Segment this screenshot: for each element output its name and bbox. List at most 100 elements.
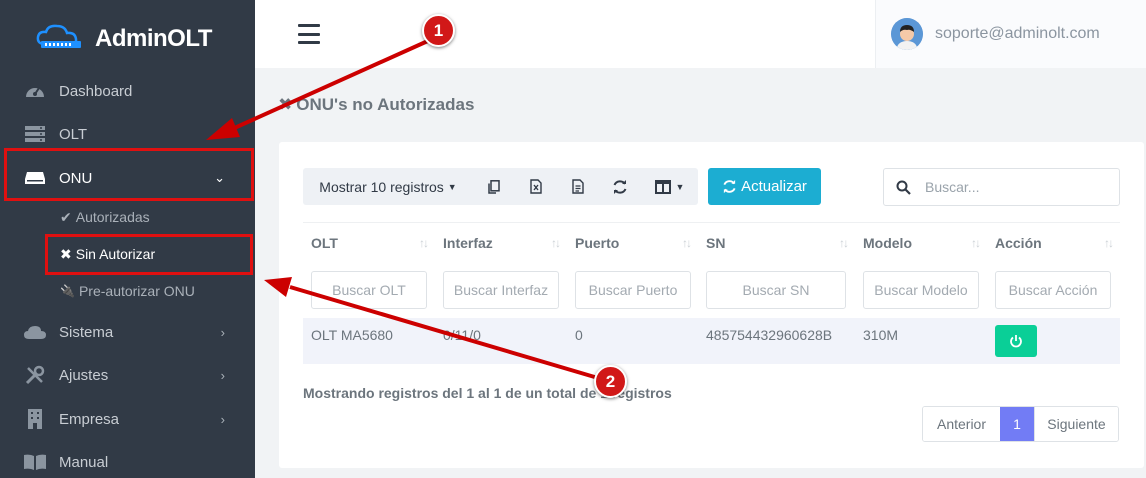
sidebar-subitem-label: Pre-autorizar ONU <box>78 283 195 299</box>
filter-cell <box>698 264 855 316</box>
avatar <box>891 18 923 50</box>
caret-down-icon: ▼ <box>675 181 685 192</box>
cell-puerto: 0 <box>575 327 583 343</box>
sidebar-subitem-label: Autorizadas <box>75 209 150 225</box>
sort-icon: ↑↓ <box>551 236 561 250</box>
cloud-icon <box>24 323 46 341</box>
sort-icon: ↑↓ <box>1104 236 1114 250</box>
refresh-button[interactable]: Actualizar <box>708 168 821 205</box>
cell-olt: OLT MA5680 <box>311 327 393 343</box>
pagination-next[interactable]: Siguiente <box>1034 407 1118 441</box>
chevron-right-icon: › <box>220 367 225 383</box>
column-header-interfaz[interactable]: Interfaz ↑↓ <box>435 223 567 263</box>
sort-icon: ↑↓ <box>971 236 981 250</box>
filter-interfaz-input[interactable] <box>443 271 559 309</box>
highlight-box-sin-autorizar <box>45 234 253 275</box>
file-text-icon <box>572 179 584 194</box>
page-title-text: ONU's no Autorizadas <box>296 95 475 114</box>
filter-sn-input[interactable] <box>706 271 846 309</box>
search-box <box>883 168 1120 206</box>
sidebar-item-ajustes[interactable]: Ajustes › <box>0 355 255 395</box>
column-header-modelo[interactable]: Modelo ↑↓ <box>855 223 987 263</box>
sidebar-item-label: OLT <box>59 125 88 143</box>
filter-modelo-input[interactable] <box>863 271 979 309</box>
x-icon: ✖ <box>278 95 293 114</box>
search-icon <box>896 180 911 195</box>
column-header-accion[interactable]: Acción ↑↓ <box>987 223 1120 263</box>
sidebar-item-label: Ajustes <box>59 366 109 384</box>
menu-toggle-icon[interactable] <box>298 24 320 44</box>
sort-icon: ↑↓ <box>419 236 429 250</box>
brand[interactable]: AdminOLT <box>0 0 255 78</box>
excel-export-button[interactable] <box>515 168 557 205</box>
sort-icon: ↑↓ <box>839 236 849 250</box>
filter-accion-input[interactable] <box>995 271 1111 309</box>
cell-accion <box>987 318 1120 364</box>
column-header-olt[interactable]: OLT ↑↓ <box>303 223 435 263</box>
excel-file-icon <box>530 179 542 194</box>
copy-button[interactable] <box>473 168 515 205</box>
refresh-label: Actualizar <box>741 178 807 195</box>
csv-export-button[interactable] <box>557 168 599 205</box>
filter-cell <box>987 264 1120 316</box>
tools-icon <box>24 365 46 385</box>
caret-down-icon: ▼ <box>447 181 457 192</box>
copy-icon <box>488 179 500 194</box>
reload-button[interactable] <box>599 168 641 205</box>
chevron-right-icon: › <box>220 324 225 340</box>
filter-cell <box>303 264 435 316</box>
brand-name: AdminOLT <box>95 25 212 52</box>
column-header-label: Puerto <box>575 235 620 251</box>
plug-icon: 🔌 <box>60 284 75 298</box>
content-card: Mostrar 10 registros ▼ ▼ Actualizar OLT ↑… <box>279 142 1144 468</box>
server-icon <box>24 125 46 143</box>
cell-interfaz: 0/11/0 <box>443 327 481 343</box>
sidebar-subitem-pre-autorizar[interactable]: 🔌 Pre-autorizar ONU <box>60 276 195 306</box>
building-icon <box>24 409 46 429</box>
filter-cell <box>855 264 987 316</box>
sidebar-item-empresa[interactable]: Empresa › <box>0 399 255 439</box>
sidebar-item-manual[interactable]: Manual <box>0 442 255 478</box>
sort-icon: ↑↓ <box>682 236 692 250</box>
column-visibility-button[interactable]: ▼ <box>641 168 698 205</box>
sidebar-item-label: Dashboard <box>59 82 133 100</box>
filter-olt-input[interactable] <box>311 271 427 309</box>
column-header-label: Acción <box>995 235 1042 251</box>
authorize-button[interactable] <box>995 325 1037 357</box>
power-icon <box>1010 335 1022 348</box>
chevron-right-icon: › <box>220 411 225 427</box>
filter-row <box>303 264 1120 316</box>
check-icon: ✔ <box>60 208 72 225</box>
column-header-sn[interactable]: SN ↑↓ <box>698 223 855 263</box>
column-header-label: SN <box>706 235 726 251</box>
pagination-page-1[interactable]: 1 <box>1000 407 1034 441</box>
gauge-icon <box>24 82 46 100</box>
filter-cell <box>435 264 567 316</box>
topbar: soporte@adminolt.com <box>255 0 1146 68</box>
page-length-dropdown[interactable]: Mostrar 10 registros ▼ <box>303 168 473 205</box>
pagination-prev[interactable]: Anterior <box>923 407 1000 441</box>
filter-puerto-input[interactable] <box>575 271 691 309</box>
table-header: OLT ↑↓ Interfaz ↑↓ Puerto ↑↓ SN ↑↓ Modelo ↑↓ … <box>303 222 1120 262</box>
search-input[interactable] <box>925 179 1105 195</box>
annotation-badge-1: 1 <box>422 14 455 47</box>
annotation-badge-2: 2 <box>594 365 627 398</box>
column-header-label: Modelo <box>863 235 912 251</box>
user-email: soporte@adminolt.com <box>935 25 1100 42</box>
sidebar-item-label: Manual <box>59 453 109 471</box>
sync-icon <box>723 179 736 194</box>
column-header-puerto[interactable]: Puerto ↑↓ <box>567 223 698 263</box>
column-header-label: OLT <box>311 235 338 251</box>
pagination: Anterior 1 Siguiente <box>922 406 1119 442</box>
sync-icon <box>613 179 627 194</box>
highlight-box-onu <box>4 148 254 201</box>
table-row: OLT MA5680 0/11/0 0 485754432960628B 310… <box>303 318 1120 364</box>
cell-modelo: 310M <box>863 327 899 343</box>
cell-sn: 485754432960628B <box>706 327 833 343</box>
user-menu[interactable]: soporte@adminolt.com <box>875 0 1146 68</box>
columns-icon <box>654 179 671 194</box>
book-icon <box>24 453 46 471</box>
sidebar-subitem-autorizadas[interactable]: ✔ Autorizadas <box>60 202 150 232</box>
sidebar-item-sistema[interactable]: Sistema › <box>0 312 255 352</box>
sidebar-item-dashboard[interactable]: Dashboard <box>0 71 255 111</box>
